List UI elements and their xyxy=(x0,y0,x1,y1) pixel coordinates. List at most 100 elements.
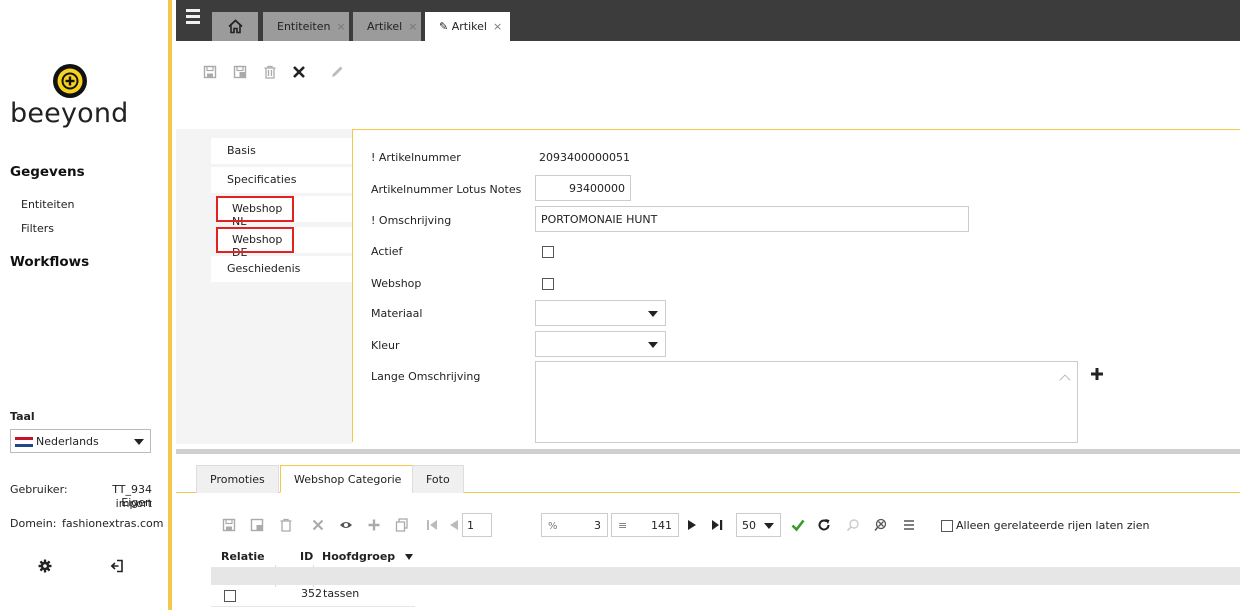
tab-foto[interactable]: Foto xyxy=(412,465,464,493)
close-icon[interactable] xyxy=(292,65,306,79)
tab-label: ✎ Artikel xyxy=(439,20,487,33)
column-hoofdgroep[interactable]: Hoofdgroep xyxy=(322,550,414,563)
sort-down-icon[interactable] xyxy=(405,554,414,560)
user-value-line2: import xyxy=(115,497,152,510)
selected-count: 3 xyxy=(594,519,601,532)
webshop-checkbox[interactable] xyxy=(542,278,554,290)
chevron-down-icon xyxy=(648,311,658,317)
chevron-up-icon[interactable] xyxy=(1059,374,1071,386)
eye-icon[interactable] xyxy=(339,518,353,532)
page-size-value: 50 xyxy=(742,519,756,532)
edit-icon[interactable] xyxy=(330,65,344,79)
lotus-field[interactable]: 93400000 xyxy=(535,175,631,201)
refresh-icon[interactable] xyxy=(817,518,831,532)
only-related-checkbox[interactable] xyxy=(941,520,953,532)
tab-geschiedenis[interactable]: Geschiedenis xyxy=(211,256,352,282)
materiaal-label: Materiaal xyxy=(371,307,423,320)
save-icon[interactable] xyxy=(222,518,236,532)
close-icon[interactable]: × xyxy=(336,20,345,33)
kleur-label: Kleur xyxy=(371,339,400,352)
lange-omschrijving-label: Lange Omschrijving xyxy=(371,370,481,383)
materiaal-select[interactable] xyxy=(535,300,666,326)
selected-count-box: % 3 xyxy=(541,513,608,537)
omschrijving-label: ! Omschrijving xyxy=(371,214,452,227)
tab-webshop-nl[interactable]: Webshop NL xyxy=(216,196,294,228)
tab-spacer xyxy=(289,196,352,222)
chevron-down-icon xyxy=(648,342,658,348)
save-as-icon[interactable] xyxy=(233,65,247,79)
related-panel: Promoties Webshop Categorie Foto 1 % 3 ≡… xyxy=(176,454,1240,610)
sidebar-item-filters[interactable]: Filters xyxy=(21,222,54,235)
actief-checkbox[interactable] xyxy=(542,246,554,258)
section-workflows[interactable]: Workflows xyxy=(10,254,89,270)
add-icon[interactable] xyxy=(367,518,381,532)
search-icon[interactable] xyxy=(846,518,860,532)
tab-specificaties[interactable]: Specificaties xyxy=(211,167,352,193)
column-hoofdgroep-label: Hoofdgroep xyxy=(322,550,396,563)
tab-label: Artikel xyxy=(367,20,403,33)
logout-icon[interactable] xyxy=(110,559,124,573)
save-as-icon[interactable] xyxy=(250,518,264,532)
logo-icon xyxy=(53,64,87,98)
tab-webshop-categorie[interactable]: Webshop Categorie xyxy=(280,465,416,493)
copy-icon[interactable] xyxy=(395,518,409,532)
delete-icon[interactable] xyxy=(263,65,277,79)
tab-spacer xyxy=(289,227,352,253)
section-gegevens: Gegevens xyxy=(10,164,85,180)
check-icon[interactable] xyxy=(791,518,805,532)
tab-artikel-edit[interactable]: ✎ Artikel × xyxy=(425,12,510,41)
domain-label: Domein: xyxy=(10,517,57,530)
add-icon[interactable] xyxy=(1090,367,1104,381)
webshop-label: Webshop xyxy=(371,277,422,290)
percent-icon: % xyxy=(548,521,558,532)
sidebar: beeyond Gegevens Entiteiten Filters Work… xyxy=(0,0,172,610)
last-page-icon[interactable] xyxy=(710,518,724,532)
only-related-label: Alleen gerelateerde rijen laten zien xyxy=(956,519,1150,532)
top-bar: Entiteiten × Artikel × ✎ Artikel × xyxy=(176,0,1240,41)
lotus-label: Artikelnummer Lotus Notes xyxy=(371,183,522,196)
tab-promoties[interactable]: Promoties xyxy=(196,465,279,493)
artikelnummer-value: 2093400000051 xyxy=(539,151,630,164)
kleur-select[interactable] xyxy=(535,331,666,357)
close-icon[interactable]: × xyxy=(408,20,417,33)
logo-text: beeyond xyxy=(10,98,129,129)
page-input[interactable]: 1 xyxy=(462,513,492,537)
tab-basis[interactable]: Basis xyxy=(211,138,352,164)
language-select[interactable]: Nederlands xyxy=(10,429,151,453)
prev-page-icon[interactable] xyxy=(447,518,461,532)
delete-icon[interactable] xyxy=(279,518,293,532)
tab-artikel[interactable]: Artikel × xyxy=(353,12,421,41)
next-page-icon[interactable] xyxy=(685,518,699,532)
gear-icon[interactable] xyxy=(38,559,52,573)
page-size-select[interactable]: 50 xyxy=(736,513,781,537)
close-icon[interactable]: × xyxy=(493,20,502,33)
actief-label: Actief xyxy=(371,245,403,258)
omschrijving-field[interactable]: PORTOMONAIE HUNT xyxy=(535,206,969,232)
row-hoofdgroep: tassen xyxy=(323,587,360,600)
home-icon xyxy=(228,19,243,34)
menu-icon[interactable] xyxy=(186,9,200,25)
column-relatie[interactable]: Relatie xyxy=(221,550,265,563)
sidebar-item-entiteiten[interactable]: Entiteiten xyxy=(21,198,74,211)
lange-omschrijving-field[interactable] xyxy=(535,361,1078,443)
column-id[interactable]: ID xyxy=(300,550,313,563)
flag-nl-icon xyxy=(15,437,33,447)
save-icon[interactable] xyxy=(203,65,217,79)
first-page-icon[interactable] xyxy=(425,518,439,532)
tab-webshop-de[interactable]: Webshop DE xyxy=(216,227,294,259)
chevron-down-icon xyxy=(764,523,774,529)
row-select-checkbox[interactable] xyxy=(224,590,236,602)
filter-row[interactable] xyxy=(211,567,1240,585)
artikelnummer-label: ! Artikelnummer xyxy=(371,151,461,164)
record-toolbar xyxy=(176,41,1240,129)
columns-icon[interactable] xyxy=(902,518,916,532)
tab-home[interactable] xyxy=(212,12,258,41)
tab-entiteiten[interactable]: Entiteiten × xyxy=(263,12,349,41)
language-label: Taal xyxy=(10,410,35,423)
close-icon[interactable] xyxy=(311,518,325,532)
language-value: Nederlands xyxy=(36,435,99,448)
total-count: 141 xyxy=(651,519,672,532)
total-count-box: ≡ 141 xyxy=(611,513,679,537)
user-label: Gebruiker: xyxy=(10,483,68,496)
clear-search-icon[interactable] xyxy=(874,518,888,532)
